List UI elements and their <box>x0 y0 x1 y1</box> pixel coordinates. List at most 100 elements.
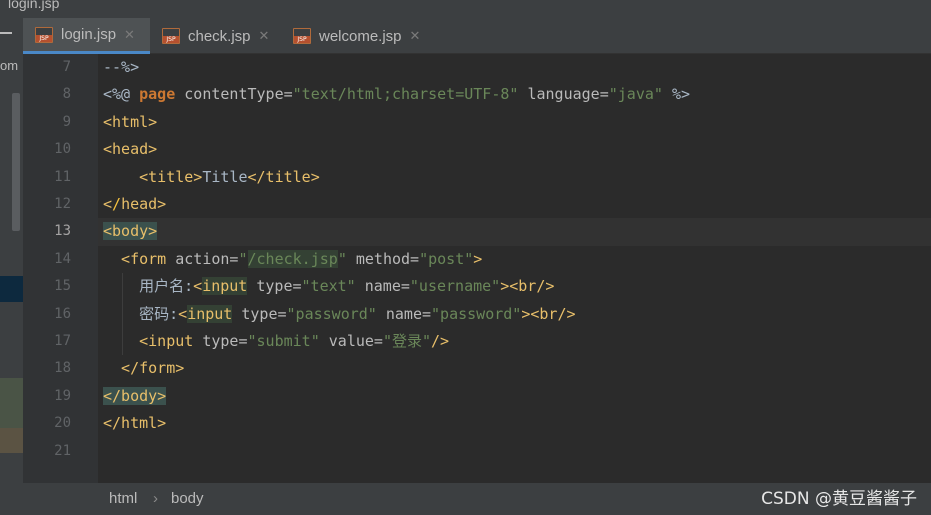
code-token: "password" <box>286 304 377 323</box>
tab-welcome-jsp[interactable]: welcome.jsp ✕ <box>281 18 433 54</box>
line-number: 13 <box>54 223 71 240</box>
jsp-file-icon <box>35 26 53 43</box>
sidebar-scrollbar[interactable] <box>12 93 20 231</box>
code-line-content: 密码:<input type="password" name="password… <box>103 301 576 328</box>
code-token: </form> <box>103 359 185 378</box>
code-line-content: <input type="submit" value="登录"/> <box>103 328 449 355</box>
line-number: 10 <box>54 141 71 158</box>
code-line[interactable]: <input type="submit" value="登录"/> <box>98 328 931 355</box>
tab-label: login.jsp <box>61 26 117 43</box>
indent-guide <box>122 273 123 356</box>
code-line[interactable]: <body> <box>98 218 931 246</box>
code-line[interactable]: <html> <box>98 109 931 136</box>
tab-label: welcome.jsp <box>319 27 402 45</box>
line-number: 21 <box>54 442 71 459</box>
tab-label: check.jsp <box>188 27 251 45</box>
line-number: 14 <box>54 250 71 267</box>
close-icon[interactable]: ✕ <box>124 27 135 43</box>
code-line-content: </html> <box>103 410 166 437</box>
code-line[interactable]: 密码:<input type="password" name="password… <box>98 301 931 328</box>
line-number: 17 <box>54 333 71 349</box>
code-token: %> <box>662 85 691 104</box>
close-icon[interactable]: ✕ <box>259 28 270 44</box>
code-token: " <box>238 249 248 268</box>
line-number: 20 <box>54 415 71 432</box>
code-token: name= <box>376 304 432 323</box>
editor-tab-bar: login.jsp ✕ check.jsp ✕ welcome.jsp ✕ <box>23 18 931 54</box>
code-line[interactable]: </head> <box>98 191 931 218</box>
code-token: head> <box>121 195 167 213</box>
code-token: <body> <box>103 222 158 241</box>
line-number-gutter[interactable]: 7 8 9 10 11 12 13 14 15 16 17 18 19 20 21 <box>23 54 123 483</box>
code-token: type= <box>232 304 287 323</box>
code-token: <form <box>103 249 176 268</box>
code-token: /> <box>431 332 450 350</box>
code-token: input <box>202 277 248 296</box>
code-token: <input <box>103 332 203 350</box>
code-token: </html> <box>103 414 167 433</box>
code-line-content: <%@ page contentType="text/html;charset=… <box>103 81 690 108</box>
code-token: method= <box>346 249 420 268</box>
code-line[interactable]: <form action="/check.jsp" method="post"> <box>98 246 931 273</box>
status-bar: html › body CSDN @黄豆酱酱子 <box>23 483 931 515</box>
code-token: --%> <box>103 58 140 76</box>
code-token: Title <box>202 167 248 186</box>
code-line[interactable]: </form> <box>98 355 931 382</box>
code-token: < <box>103 195 113 213</box>
code-token: ><br/> <box>500 277 555 296</box>
code-token: " <box>337 249 347 268</box>
code-line[interactable]: --%> <box>98 54 931 81</box>
code-line[interactable]: 用户名:<input type="text" name="username"><… <box>98 273 931 300</box>
sidebar-label: om <box>0 58 19 73</box>
code-token: contentType= <box>175 85 293 104</box>
breadcrumb-html[interactable]: html <box>109 483 137 515</box>
code-token: ><br/> <box>521 304 576 323</box>
code-token: language= <box>518 85 609 104</box>
code-token: "post" <box>419 249 474 268</box>
line-number: 9 <box>62 113 71 130</box>
watermark: CSDN @黄豆酱酱子 <box>761 489 917 509</box>
code-line[interactable]: </body> <box>98 383 931 410</box>
window-title: login.jsp <box>8 0 60 11</box>
code-token: value= <box>319 332 383 350</box>
code-editor[interactable]: --%> <%@ page contentType="text/html;char… <box>98 54 931 483</box>
project-sidebar[interactable]: om <box>0 18 23 515</box>
sidebar-item-changed[interactable] <box>0 428 23 453</box>
code-line[interactable]: </html> <box>98 410 931 437</box>
close-icon[interactable]: ✕ <box>410 28 421 44</box>
line-number: 12 <box>54 196 71 212</box>
code-token: <title> <box>103 167 203 186</box>
code-line[interactable] <box>98 438 931 465</box>
code-token: name= <box>355 277 410 296</box>
code-token: /check.jsp <box>247 249 338 268</box>
code-token: page <box>139 85 176 104</box>
code-line[interactable]: <%@ page contentType="text/html;charset=… <box>98 81 931 108</box>
code-token: type= <box>247 277 302 296</box>
breadcrumb-separator: › <box>153 490 158 507</box>
code-line-content: <title>Title</title> <box>103 164 320 191</box>
code-token: input <box>187 304 233 323</box>
window-title-bar: login.jsp <box>0 0 931 18</box>
code-line-content: <html> <box>103 109 157 136</box>
code-line-content: <form action="/check.jsp" method="post"> <box>103 246 482 273</box>
minimize-icon[interactable] <box>0 32 12 34</box>
tab-login-jsp[interactable]: login.jsp ✕ <box>23 18 150 54</box>
sidebar-selected-item[interactable] <box>0 276 23 302</box>
code-token: "username" <box>409 277 501 296</box>
code-line-content: <head> <box>103 136 157 163</box>
code-line-content: --%> <box>103 54 139 81</box>
code-line[interactable]: <title>Title</title> <box>98 164 931 191</box>
code-line-content: </form> <box>103 355 184 382</box>
code-token: <head> <box>103 140 158 159</box>
code-token: <html> <box>103 112 158 131</box>
line-number: 11 <box>54 168 71 185</box>
line-number: 16 <box>54 305 71 322</box>
tab-check-jsp[interactable]: check.jsp ✕ <box>150 18 281 54</box>
code-token: "submit" <box>247 332 320 350</box>
code-line[interactable]: <head> <box>98 136 931 163</box>
code-line-content: 用户名:<input type="text" name="username"><… <box>103 273 554 300</box>
sidebar-item-modified[interactable] <box>0 378 23 428</box>
code-token: </title> <box>247 167 320 186</box>
line-number: 18 <box>54 360 71 377</box>
breadcrumb-body[interactable]: body <box>171 483 204 515</box>
